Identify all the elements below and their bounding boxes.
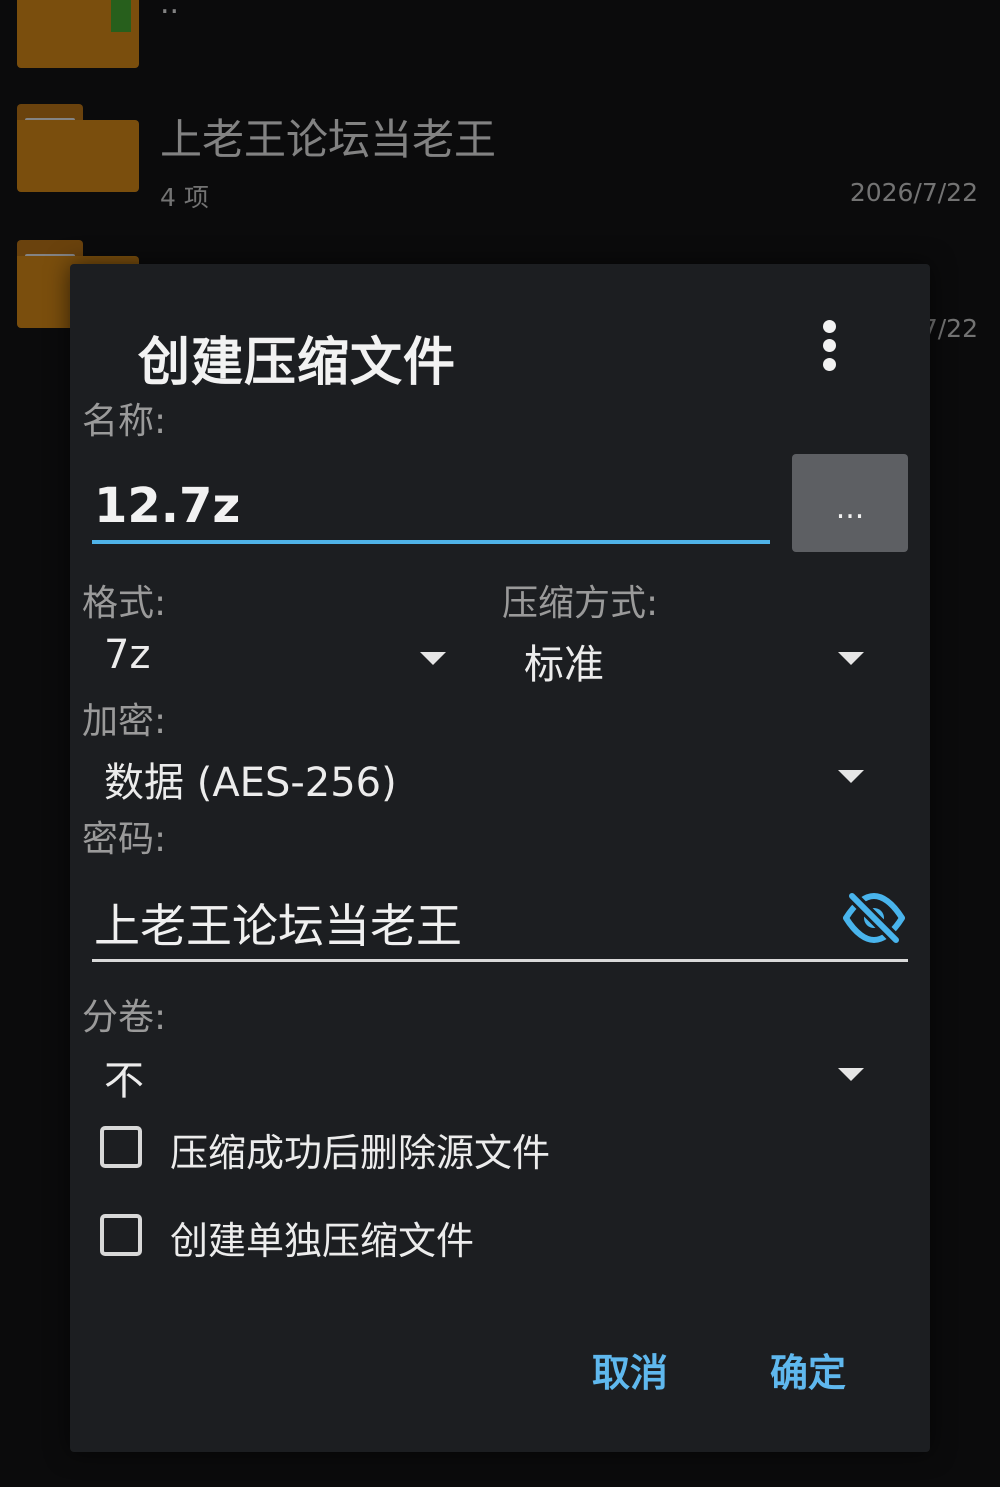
more-vert-icon[interactable] bbox=[810, 320, 850, 372]
chevron-down-icon bbox=[838, 1068, 864, 1081]
file-item-count: 4 项 bbox=[160, 183, 209, 212]
password-label: 密码: bbox=[82, 819, 167, 860]
password-input[interactable]: 上老王论坛当老王 bbox=[92, 884, 908, 962]
format-label: 格式: bbox=[82, 583, 167, 624]
encryption-label: 加密: bbox=[82, 701, 167, 742]
chevron-down-icon bbox=[838, 652, 864, 665]
dialog-title: 创建压缩文件 bbox=[138, 333, 457, 393]
folder-up-icon bbox=[17, 0, 139, 68]
split-dropdown[interactable]: 不 bbox=[82, 1044, 874, 1104]
eye-off-icon[interactable] bbox=[842, 890, 906, 946]
format-value: 7z bbox=[104, 632, 151, 678]
file-name: 上老王论坛当老王 bbox=[160, 115, 497, 164]
encryption-dropdown[interactable]: 数据 (AES-256) bbox=[82, 746, 874, 806]
parent-dir-label: .. bbox=[160, 0, 180, 21]
file-date: 2026/7/22 bbox=[849, 178, 978, 207]
separate-archives-label: 创建单独压缩文件 bbox=[170, 1219, 475, 1263]
browse-button[interactable]: ... bbox=[792, 454, 908, 552]
archive-name-value: 12.7z bbox=[94, 478, 241, 534]
split-value: 不 bbox=[104, 1058, 144, 1104]
delete-source-label: 压缩成功后删除源文件 bbox=[170, 1131, 551, 1175]
chevron-down-icon bbox=[420, 652, 446, 665]
chevron-down-icon bbox=[838, 770, 864, 783]
format-dropdown[interactable]: 7z bbox=[82, 628, 454, 688]
name-label: 名称: bbox=[82, 401, 167, 442]
compression-value: 标准 bbox=[524, 642, 604, 688]
ok-button[interactable]: 确定 bbox=[770, 1342, 846, 1397]
encryption-value: 数据 (AES-256) bbox=[104, 760, 397, 806]
delete-source-checkbox[interactable]: 压缩成功后删除源文件 bbox=[100, 1120, 800, 1180]
create-archive-dialog: 创建压缩文件 名称: 12.7z ... 格式: 压缩方式: 7z 标准 加密:… bbox=[70, 264, 930, 1452]
compression-label: 压缩方式: bbox=[502, 583, 659, 624]
list-item[interactable]: 上老王论坛当老王 4 项 2026/7/22 bbox=[0, 104, 1000, 224]
archive-name-input[interactable]: 12.7z bbox=[92, 464, 770, 544]
checkbox-icon[interactable] bbox=[100, 1214, 142, 1256]
cancel-button[interactable]: 取消 bbox=[592, 1342, 668, 1397]
split-label: 分卷: bbox=[82, 997, 167, 1038]
compression-dropdown[interactable]: 标准 bbox=[502, 628, 874, 688]
password-value: 上老王论坛当老王 bbox=[94, 899, 462, 953]
separate-archives-checkbox[interactable]: 创建单独压缩文件 bbox=[100, 1208, 800, 1268]
folder-icon bbox=[17, 104, 139, 192]
list-item-parent-dir[interactable]: .. bbox=[0, 0, 1000, 100]
checkbox-icon[interactable] bbox=[100, 1126, 142, 1168]
